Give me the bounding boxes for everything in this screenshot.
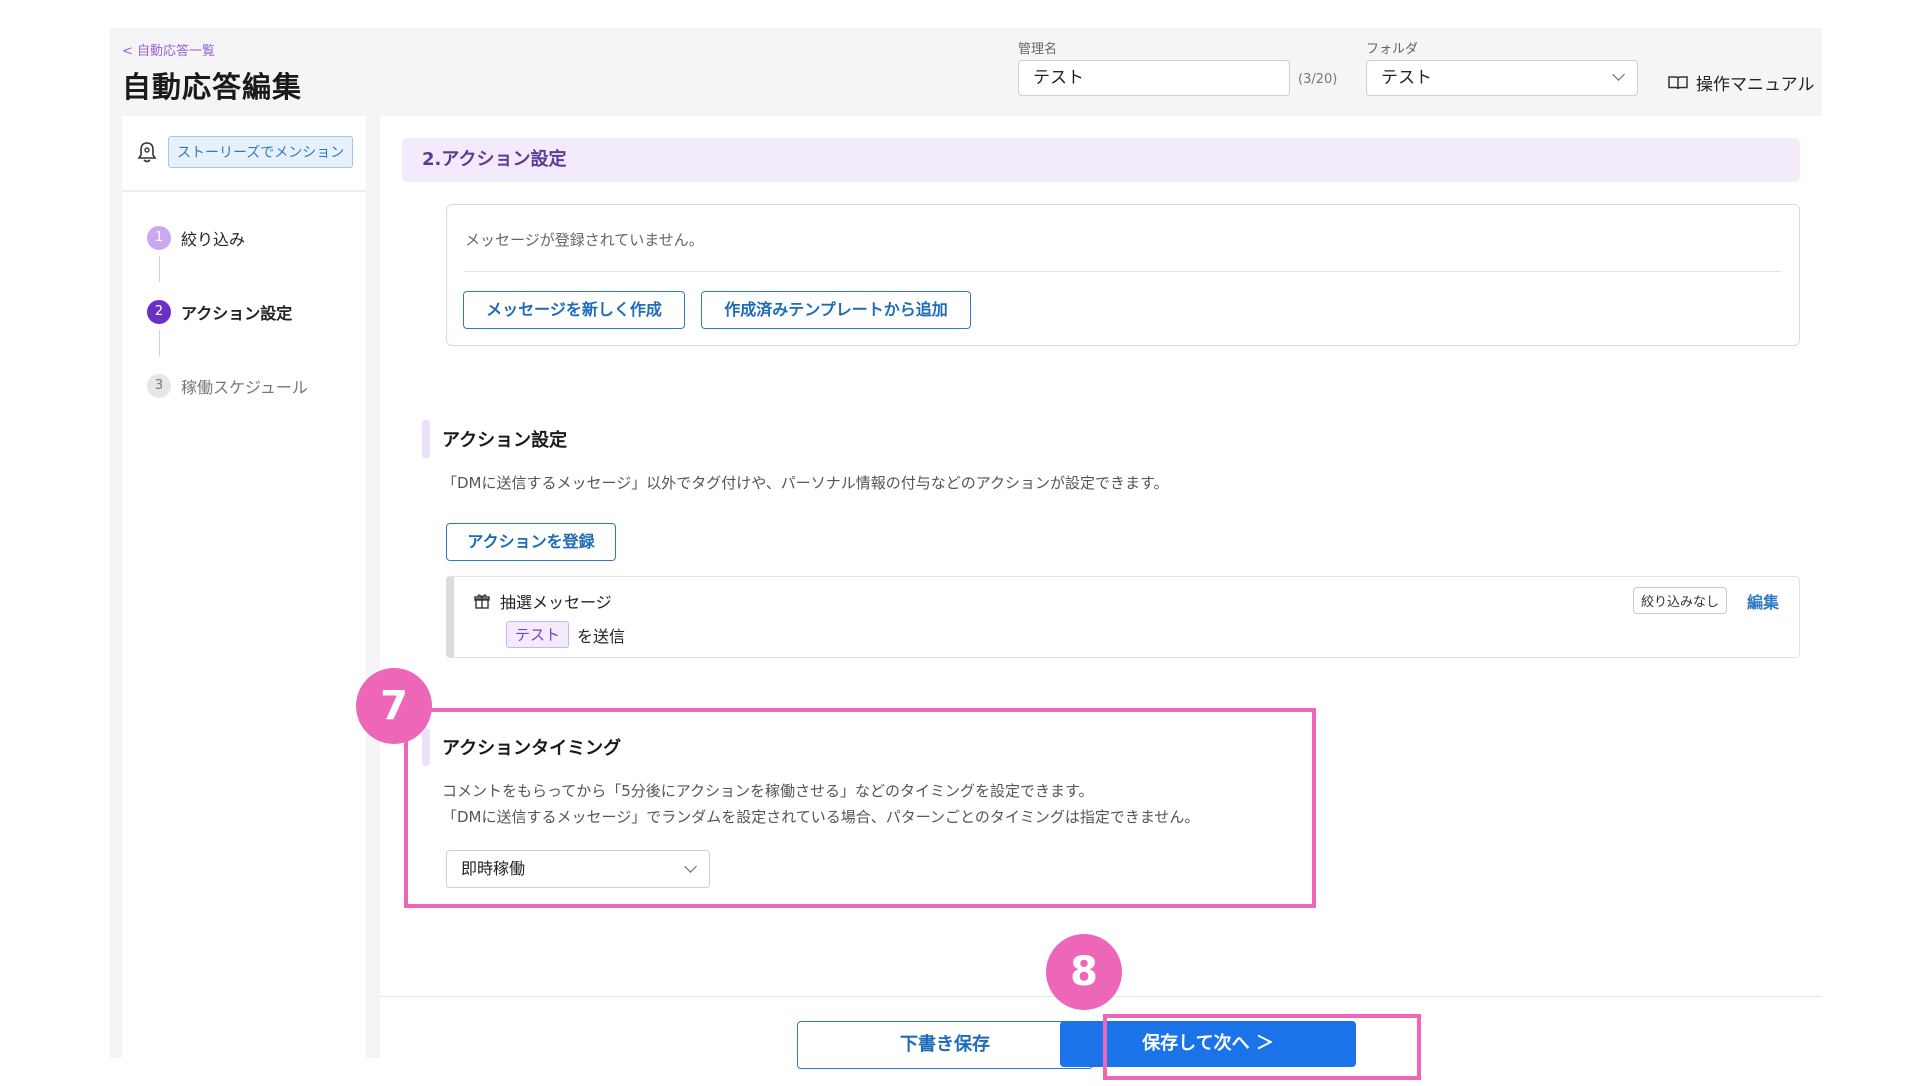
step-marker-7: 7 bbox=[356, 668, 432, 744]
message-card: メッセージが登録されていません。 メッセージを新しく作成 作成済みテンプレートか… bbox=[446, 204, 1800, 346]
send-suffix: を送信 bbox=[577, 626, 626, 646]
step-action-settings[interactable]: 2 アクション設定 bbox=[147, 300, 292, 324]
folder-select-value: テスト bbox=[1381, 68, 1432, 88]
action-settings-title: アクション設定 bbox=[422, 420, 567, 458]
footer-bar: 下書き保存 保存して次へ ＞ bbox=[380, 996, 1822, 1086]
manual-label: 操作マニュアル bbox=[1696, 75, 1815, 95]
folder-field-label: フォルダ bbox=[1366, 42, 1419, 57]
gift-icon bbox=[474, 594, 490, 609]
step-number: 2 bbox=[147, 300, 171, 324]
action-settings-description: 「DMに送信するメッセージ」以外でタグ付けや、パーソナル情報の付与などのアクショ… bbox=[442, 474, 1169, 492]
section-title: 2.アクション設定 bbox=[402, 138, 1800, 182]
bell-icon bbox=[137, 142, 157, 163]
step-filter[interactable]: 1 絞り込み bbox=[147, 226, 245, 250]
manual-link[interactable]: 操作マニュアル bbox=[1668, 70, 1815, 95]
chevron-down-icon bbox=[1612, 68, 1625, 81]
message-value-tag: テスト bbox=[506, 621, 570, 648]
name-char-counter: (3/20) bbox=[1298, 72, 1338, 87]
register-action-button[interactable]: アクションを登録 bbox=[446, 523, 616, 561]
trigger-type: ストーリーズでメンション bbox=[136, 136, 354, 168]
action-send-row: テスト を送信 bbox=[506, 621, 625, 648]
app-window: < 自動応答一覧 自動応答編集 管理名 テスト (3/20) フォルダ テスト … bbox=[110, 28, 1822, 1086]
template-add-button[interactable]: 作成済みテンプレートから追加 bbox=[701, 291, 971, 329]
page-title: 自動応答編集 bbox=[122, 70, 303, 104]
book-icon bbox=[1668, 75, 1688, 89]
save-draft-button[interactable]: 下書き保存 bbox=[797, 1021, 1093, 1069]
step-label: アクション設定 bbox=[181, 304, 293, 323]
folder-select[interactable]: テスト bbox=[1366, 60, 1638, 96]
action-item-label: 抽選メッセージ bbox=[500, 593, 612, 612]
step-label: 稼働スケジュール bbox=[181, 378, 308, 397]
trigger-tag: ストーリーズでメンション bbox=[168, 136, 354, 168]
divider bbox=[465, 271, 1781, 272]
step-label: 絞り込み bbox=[181, 230, 246, 249]
filter-badge: 絞り込みなし bbox=[1632, 587, 1727, 614]
back-to-list-link[interactable]: < 自動応答一覧 bbox=[122, 40, 215, 59]
step-number: 3 bbox=[147, 374, 171, 398]
edit-action-link[interactable]: 編集 bbox=[1747, 589, 1779, 613]
name-field-label: 管理名 bbox=[1018, 42, 1058, 57]
action-item-name: 抽選メッセージ bbox=[474, 589, 612, 613]
action-item: 抽選メッセージ テスト を送信 絞り込みなし 編集 bbox=[446, 576, 1800, 658]
highlight-box-timing bbox=[404, 708, 1316, 908]
step-connector bbox=[159, 330, 160, 356]
highlight-box-next bbox=[1103, 1014, 1421, 1080]
new-message-button[interactable]: メッセージを新しく作成 bbox=[463, 291, 685, 329]
step-schedule[interactable]: 3 稼働スケジュール bbox=[147, 374, 308, 398]
empty-message-text: メッセージが登録されていません。 bbox=[465, 231, 704, 249]
step-marker-8: 8 bbox=[1046, 934, 1122, 1010]
sidebar-divider bbox=[122, 190, 366, 192]
sidebar: ストーリーズでメンション 1 絞り込み 2 アクション設定 3 稼働スケジュール bbox=[122, 116, 366, 1058]
step-number: 1 bbox=[147, 226, 171, 250]
name-input[interactable]: テスト bbox=[1018, 60, 1290, 96]
step-connector bbox=[159, 256, 160, 282]
